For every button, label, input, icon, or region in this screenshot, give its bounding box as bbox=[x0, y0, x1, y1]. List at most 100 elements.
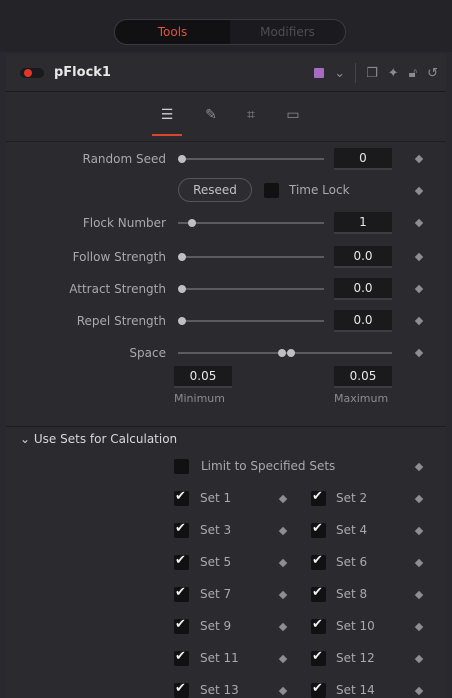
keyframe-diamond-icon[interactable] bbox=[278, 558, 288, 568]
divider bbox=[355, 63, 357, 83]
set-checkbox[interactable] bbox=[174, 553, 189, 570]
space-minimum-input[interactable]: 0.05 bbox=[174, 366, 232, 388]
set-label: Set 4 bbox=[336, 523, 368, 537]
use-sets-section-header[interactable]: ⌄ Use Sets for Calculation bbox=[20, 432, 177, 446]
node-name: pFlock1 bbox=[54, 65, 111, 80]
set-checkbox[interactable] bbox=[311, 553, 326, 570]
attract-strength-input[interactable]: 0.0 bbox=[334, 278, 392, 300]
set-checkbox[interactable] bbox=[174, 681, 189, 698]
reseed-button[interactable]: Reseed bbox=[178, 178, 252, 202]
keyframe-diamond-icon[interactable] bbox=[278, 686, 288, 696]
keyframe-diamond-icon[interactable] bbox=[414, 154, 424, 164]
tab-tools[interactable]: Tools bbox=[115, 20, 230, 44]
slider-knob[interactable] bbox=[178, 317, 186, 325]
repel-strength-slider[interactable] bbox=[178, 317, 324, 325]
set-checkbox[interactable] bbox=[311, 681, 326, 698]
time-lock-label: Time Lock bbox=[289, 183, 350, 197]
set-label: Set 8 bbox=[336, 587, 368, 601]
keyframe-diamond-icon[interactable] bbox=[414, 494, 424, 504]
keyframe-diamond-icon[interactable] bbox=[278, 654, 288, 664]
inspector-panel: ☰ ✎ ⌗ ▭ Random Seed 0 Reseed Time Lock F… bbox=[6, 92, 446, 698]
slider-knob[interactable] bbox=[178, 285, 186, 293]
set-label: Set 13 bbox=[200, 683, 239, 697]
set-label: Set 3 bbox=[200, 523, 232, 537]
random-seed-input[interactable]: 0 bbox=[334, 148, 392, 170]
slider-knob[interactable] bbox=[178, 253, 186, 261]
set-checkbox[interactable] bbox=[174, 489, 189, 506]
space-range-slider[interactable] bbox=[178, 349, 392, 357]
region-tab-icon[interactable]: ⌗ bbox=[238, 104, 264, 126]
keyframe-diamond-icon[interactable] bbox=[414, 218, 424, 228]
chevron-down-icon[interactable]: ⌄ bbox=[334, 66, 345, 81]
random-seed-slider[interactable] bbox=[178, 155, 324, 163]
sub-tab-bar: ☰ ✎ ⌗ ▭ bbox=[6, 92, 446, 142]
repel-strength-input[interactable]: 0.0 bbox=[334, 310, 392, 332]
controls-tab-icon[interactable]: ☰ bbox=[154, 104, 180, 126]
keyframe-diamond-icon[interactable] bbox=[414, 686, 424, 696]
reset-icon[interactable]: ↺ bbox=[427, 66, 438, 81]
slider-knob[interactable] bbox=[188, 219, 196, 227]
chevron-down-icon: ⌄ bbox=[20, 432, 31, 446]
limit-sets-label: Limit to Specified Sets bbox=[201, 459, 336, 473]
keyframe-diamond-icon[interactable] bbox=[414, 622, 424, 632]
set-label: Set 9 bbox=[200, 619, 232, 633]
repel-strength-label: Repel Strength bbox=[76, 314, 166, 328]
keyframe-diamond-icon[interactable] bbox=[278, 590, 288, 600]
top-tab-bar: Tools Modifiers bbox=[0, 0, 452, 52]
time-lock-checkbox[interactable] bbox=[264, 183, 279, 198]
set-label: Set 14 bbox=[336, 683, 375, 697]
keyframe-diamond-icon[interactable] bbox=[414, 654, 424, 664]
keyframe-diamond-icon[interactable] bbox=[414, 462, 424, 472]
random-seed-label: Random Seed bbox=[82, 152, 167, 166]
set-checkbox[interactable] bbox=[311, 617, 326, 634]
keyframe-diamond-icon[interactable] bbox=[278, 622, 288, 632]
set-label: Set 2 bbox=[336, 491, 368, 505]
keyframe-diamond-icon[interactable] bbox=[414, 284, 424, 294]
set-checkbox[interactable] bbox=[311, 521, 326, 538]
color-swatch-icon[interactable] bbox=[314, 68, 325, 78]
keyframe-diamond-icon[interactable] bbox=[414, 316, 424, 326]
flock-number-slider[interactable] bbox=[178, 219, 324, 227]
follow-strength-slider[interactable] bbox=[178, 253, 324, 261]
keyframe-diamond-icon[interactable] bbox=[278, 494, 288, 504]
set-checkbox[interactable] bbox=[174, 585, 189, 602]
set-label: Set 12 bbox=[336, 651, 375, 665]
active-tab-underline bbox=[152, 134, 182, 136]
range-min-knob[interactable] bbox=[278, 349, 286, 357]
keyframe-diamond-icon[interactable] bbox=[414, 348, 424, 358]
flock-number-input[interactable]: 1 bbox=[334, 212, 392, 234]
attract-strength-label: Attract Strength bbox=[69, 282, 166, 296]
set-checkbox[interactable] bbox=[174, 649, 189, 666]
set-label: Set 5 bbox=[200, 555, 232, 569]
keyframe-diamond-icon[interactable] bbox=[278, 526, 288, 536]
set-checkbox[interactable] bbox=[311, 489, 326, 506]
range-max-knob[interactable] bbox=[287, 349, 295, 357]
attract-strength-slider[interactable] bbox=[178, 285, 324, 293]
keyframe-diamond-icon[interactable] bbox=[414, 558, 424, 568]
keyframe-diamond-icon[interactable] bbox=[414, 186, 424, 196]
set-checkbox[interactable] bbox=[174, 521, 189, 538]
section-divider bbox=[6, 426, 446, 427]
use-sets-title: Use Sets for Calculation bbox=[33, 432, 178, 446]
set-checkbox[interactable] bbox=[311, 649, 326, 666]
set-checkbox[interactable] bbox=[311, 585, 326, 602]
node-enable-toggle[interactable] bbox=[20, 68, 44, 78]
space-label: Space bbox=[129, 346, 166, 360]
set-label: Set 11 bbox=[200, 651, 239, 665]
set-label: Set 10 bbox=[336, 619, 375, 633]
keyframe-diamond-icon[interactable] bbox=[414, 590, 424, 600]
pin-icon[interactable]: ✦ bbox=[388, 66, 399, 81]
lock-icon[interactable]: 🔓︎ bbox=[409, 66, 417, 81]
set-checkbox[interactable] bbox=[174, 617, 189, 634]
keyframe-diamond-icon[interactable] bbox=[414, 252, 424, 262]
limit-sets-checkbox[interactable] bbox=[174, 459, 189, 474]
keyframe-diamond-icon[interactable] bbox=[414, 526, 424, 536]
space-maximum-input[interactable]: 0.05 bbox=[334, 366, 392, 388]
set-label: Set 6 bbox=[336, 555, 368, 569]
tab-modifiers[interactable]: Modifiers bbox=[230, 20, 345, 44]
style-tab-icon[interactable]: ✎ bbox=[198, 104, 224, 126]
follow-strength-input[interactable]: 0.0 bbox=[334, 246, 392, 268]
slider-knob[interactable] bbox=[178, 155, 186, 163]
settings-tab-icon[interactable]: ▭ bbox=[280, 104, 306, 126]
window-icon[interactable]: ❐ bbox=[366, 66, 378, 81]
